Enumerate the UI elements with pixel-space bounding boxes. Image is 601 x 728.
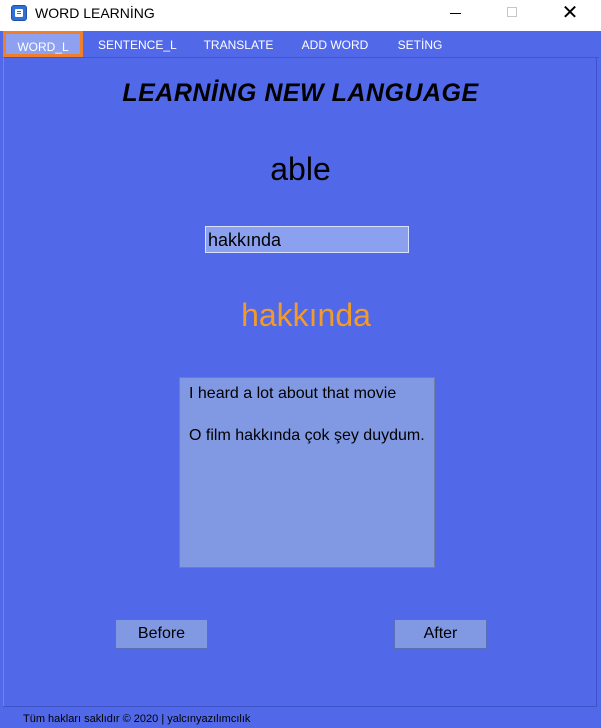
close-icon: ✕ [561, 2, 579, 24]
tab-setting[interactable]: SETİNG [394, 34, 446, 56]
current-word: able [270, 151, 331, 187]
title-bar: WORD LEARNİNG ✕ [0, 0, 601, 28]
page-heading: LEARNİNG NEW LANGUAGE [122, 79, 479, 107]
translation-text: hakkında [241, 297, 371, 333]
tab-bar: WORD_L SENTENCE_L TRANSLATE ADD WORD SET… [0, 31, 601, 58]
copyright-text: Tüm hakları saklıdır © 2020 | yalcınyazı… [23, 713, 251, 725]
minimize-icon [450, 13, 461, 14]
tab-word-l[interactable]: WORD_L [3, 31, 83, 57]
example-sentence-box[interactable]: I heard a lot about that movie O film ha… [179, 377, 435, 568]
tab-sentence-l[interactable]: SENTENCE_L [98, 34, 177, 56]
example-sentence-english: I heard a lot about that movie [189, 385, 397, 402]
answer-input[interactable] [205, 226, 409, 253]
after-button[interactable]: After [394, 619, 487, 649]
tab-add-word[interactable]: ADD WORD [299, 34, 371, 56]
maximize-button[interactable] [489, 0, 535, 28]
status-bar: Tüm hakları saklıdır © 2020 | yalcınyazı… [3, 706, 597, 728]
window-title: WORD LEARNİNG [35, 5, 155, 21]
minimize-button[interactable] [432, 0, 478, 28]
tab-translate[interactable]: TRANSLATE [201, 34, 276, 56]
before-button[interactable]: Before [115, 619, 208, 649]
example-sentence-turkish: O film hakkında çok şey duydum. [189, 427, 425, 444]
close-button[interactable]: ✕ [547, 0, 593, 28]
main-panel: WORD_L SENTENCE_L TRANSLATE ADD WORD SET… [0, 31, 601, 728]
maximize-icon [507, 7, 517, 17]
app-icon [11, 5, 27, 21]
